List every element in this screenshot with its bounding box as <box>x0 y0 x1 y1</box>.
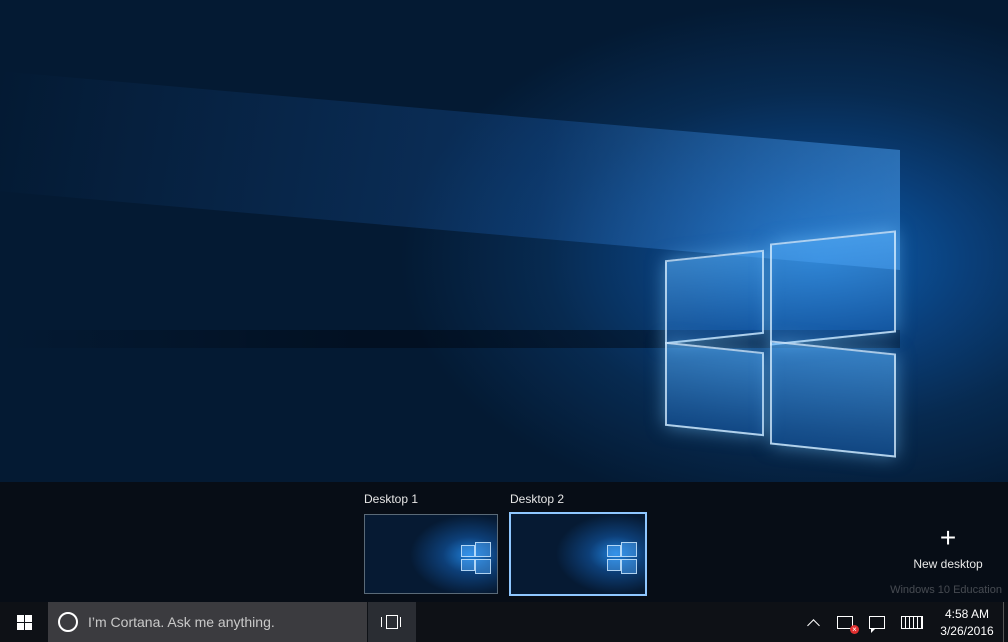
desktop-wallpaper <box>0 0 1008 482</box>
action-center-button[interactable] <box>864 602 890 642</box>
show-hidden-icons-button[interactable] <box>800 602 826 642</box>
windows-logo-icon <box>16 614 32 630</box>
desktop-1-label: Desktop 1 <box>364 492 419 506</box>
desktop-2-thumbnail[interactable] <box>509 512 647 596</box>
network-button[interactable]: × <box>832 602 859 642</box>
touch-keyboard-button[interactable] <box>897 602 927 642</box>
clock-button[interactable]: 4:58 AM 3/26/2016 <box>933 602 1001 642</box>
task-view-icon <box>380 615 404 629</box>
action-center-icon <box>869 615 885 633</box>
touch-keyboard-icon <box>901 615 923 629</box>
clock-time: 4:58 AM <box>944 607 990 621</box>
edition-watermark: Windows 10 Education <box>890 584 1002 596</box>
plus-icon: + <box>939 522 957 553</box>
search-placeholder: I’m Cortana. Ask me anything. <box>88 614 275 630</box>
network-disconnected-icon: × <box>837 615 859 634</box>
task-view-button[interactable] <box>368 602 416 642</box>
desktop-1-thumbnail[interactable] <box>364 514 498 594</box>
start-button[interactable] <box>0 602 48 642</box>
windows-logo-wallpaper <box>665 225 897 460</box>
new-desktop-label: New desktop <box>913 557 983 571</box>
cortana-circle-icon <box>58 612 78 632</box>
desktop-2-label: Desktop 2 <box>510 492 565 506</box>
clock-date: 3/26/2016 <box>940 624 994 638</box>
chevron-up-icon <box>806 618 820 632</box>
taskbar: I’m Cortana. Ask me anything. × 4:58 AM … <box>0 602 1008 642</box>
new-desktop-button[interactable]: + New desktop <box>905 522 991 575</box>
cortana-search-box[interactable]: I’m Cortana. Ask me anything. <box>48 602 367 642</box>
show-desktop-button[interactable] <box>1003 602 1008 642</box>
virtual-desktops-strip <box>0 482 1008 602</box>
